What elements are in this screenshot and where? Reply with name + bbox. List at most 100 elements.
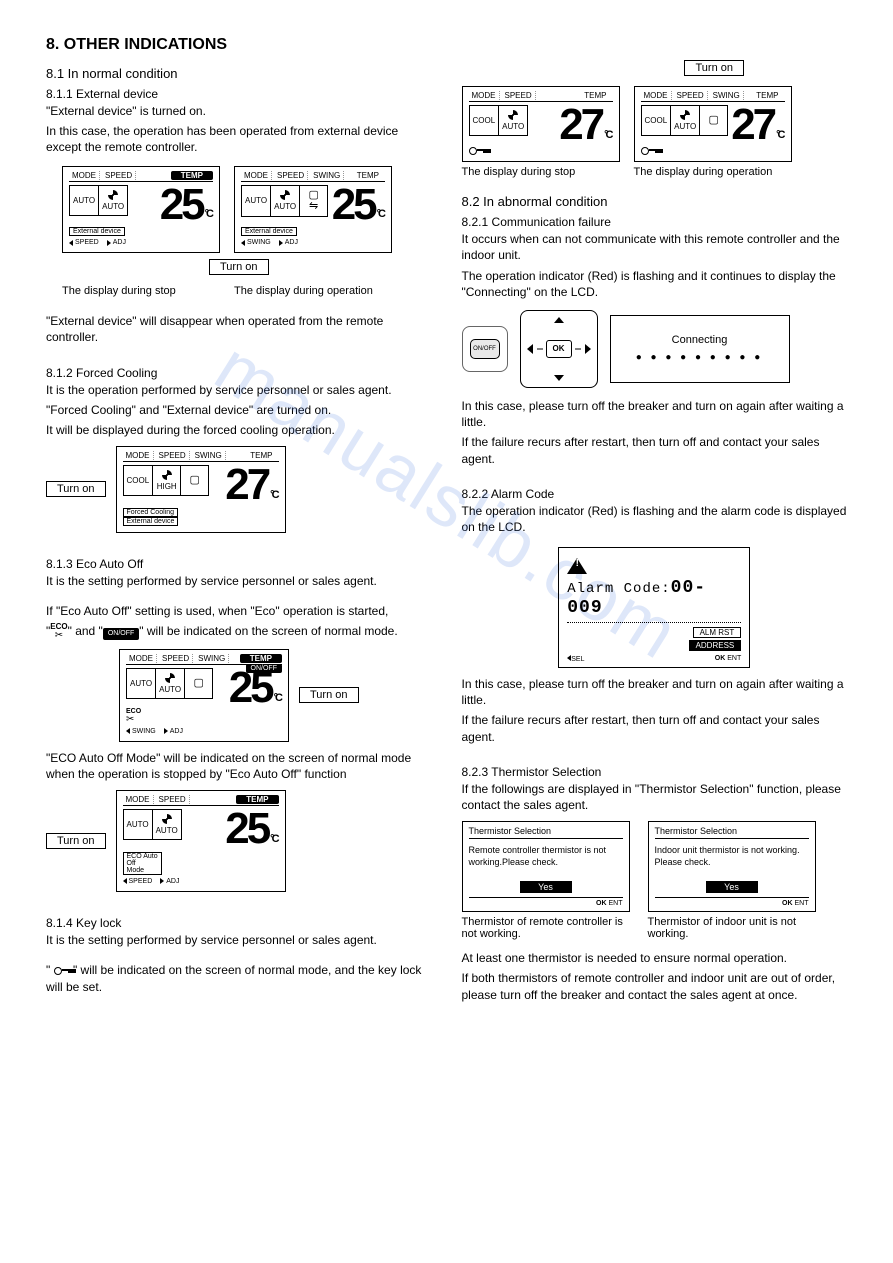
lcd-head-swing: SWING — [192, 451, 226, 460]
p-823-2: At least one thermistor is needed to ens… — [462, 950, 848, 966]
lcd-head-mode: MODE — [123, 795, 154, 804]
connecting-label: Connecting — [672, 334, 728, 346]
fig-right-top: MODE SPEED TEMP COOL AUTO 27°C MODE SPEE… — [462, 86, 848, 162]
lcd-speed-label: AUTO — [274, 202, 296, 211]
lcd-head-speed: SPEED — [159, 654, 193, 663]
p-821-2: The operation indicator (Red) is flashin… — [462, 268, 848, 300]
sub-8-2-1: 8.2.1 Communication failure — [462, 215, 848, 229]
swing-icon: ▢ — [185, 668, 213, 699]
progress-dots: ● ● ● ● ● ● ● ● ● — [636, 352, 764, 363]
p-812-1: It is the operation performed by service… — [46, 382, 432, 398]
lcd-temp-num: 27°C — [557, 105, 612, 145]
lcd-foot-r: ADJ — [113, 239, 126, 246]
lcd-head-temp: TEMP — [578, 91, 612, 100]
lcd-head-mode: MODE — [126, 654, 157, 663]
lcd-head-temp: TEMP — [351, 171, 385, 180]
lcd-foot-l: SWING — [247, 239, 271, 246]
lcd-foot-r: ADJ — [285, 239, 298, 246]
alarm-label: Alarm Code: — [567, 581, 670, 597]
callout-turn-on: Turn on — [684, 60, 744, 76]
lcd-mode: AUTO — [123, 809, 153, 840]
p-811-2: In this case, the operation has been ope… — [46, 123, 432, 155]
lcd-tag-external: External device — [123, 517, 179, 526]
fan-icon — [162, 470, 172, 482]
lcd-speed: AUTO — [671, 105, 700, 136]
fan-icon — [162, 814, 172, 826]
p-814-1: It is the setting performed by service p… — [46, 932, 432, 948]
lcd-foot-l: SWING — [132, 728, 156, 735]
lcd-temp-num: 25°C — [223, 809, 278, 849]
lcd-mode: AUTO — [69, 185, 99, 216]
lcd-speed-label: AUTO — [156, 826, 178, 835]
warning-icon — [567, 556, 587, 574]
lcd-foot-r: ADJ — [170, 728, 183, 735]
lcd-speed-label: AUTO — [102, 202, 124, 211]
lcd-head-speed: SPEED — [274, 171, 308, 180]
fan-icon — [680, 110, 690, 122]
lcd-head-swing: SWING — [710, 91, 744, 100]
alarm-foot-l: SEL — [571, 656, 584, 663]
ok-pad-graphic: OK — [520, 310, 598, 388]
cap-823-a: Thermistor of remote controller is not w… — [462, 916, 630, 940]
lcd-speed: AUTO — [271, 185, 300, 217]
callout-turn-on: Turn on — [46, 833, 106, 849]
swing-icon: ▢ — [181, 465, 209, 496]
p-813-1: It is the setting performed by service p… — [46, 573, 432, 589]
sub-8-2: 8.2 In abnormal condition — [462, 194, 848, 209]
p-821-4: If the failure recurs after restart, the… — [462, 434, 848, 466]
cap-811-a: The display during stop — [62, 285, 220, 297]
key-icon — [641, 145, 657, 155]
sub-8-2-3: 8.2.3 Thermistor Selection — [462, 765, 848, 779]
p-813-3: "ECO Auto Off Mode" will be indicated on… — [46, 750, 432, 782]
sub-8-1-2: 8.1.2 Forced Cooling — [46, 366, 432, 380]
lcd-head-temp: TEMP — [240, 654, 282, 663]
lcd-speed: HIGH — [153, 465, 181, 496]
lcd-mode: COOL — [123, 465, 154, 496]
lcd-keylock-run: MODE SPEED SWING TEMP COOL AUTO ▢ 27°C — [634, 86, 792, 162]
sub-8-1: 8.1 In normal condition — [46, 66, 432, 81]
p-821-1: It occurs when can not communicate with … — [462, 231, 848, 263]
fig-821: ON/OFF OK Connecting ● ● ● ● ● ● ● ● ● — [462, 310, 848, 388]
p-822-3: If the failure recurs after restart, the… — [462, 712, 848, 744]
lcd-mode: COOL — [469, 105, 500, 136]
key-icon — [54, 963, 70, 979]
eco-icon: ECO — [50, 623, 67, 641]
lcd-mode: AUTO — [241, 185, 271, 217]
section-heading: 8. OTHER INDICATIONS — [46, 36, 847, 54]
lcd-812: MODE SPEED SWING TEMP COOL HIGH ▢ 27°C F… — [116, 446, 286, 533]
cap-823-b: Thermistor of indoor unit is not working… — [648, 916, 816, 940]
onoff-button-graphic: ON/OFF — [462, 326, 508, 372]
address-button: ADDRESS — [689, 640, 742, 651]
callout-turn-on: Turn on — [209, 259, 269, 275]
p-821-3: In this case, please turn off the breake… — [462, 398, 848, 430]
lcd-head-swing: SWING — [195, 654, 229, 663]
lcd-speed-label: AUTO — [159, 685, 181, 694]
lcd-head-speed: SPEED — [102, 171, 136, 180]
lcd-head-speed: SPEED — [502, 91, 536, 100]
p-812-3: It will be displayed during the forced c… — [46, 422, 432, 438]
lcd-811-run: MODE SPEED SWING TEMP AUTO AUTO ▢⇋ 25°C … — [234, 166, 392, 254]
therm-box-msg: Remote controller thermistor is not work… — [469, 845, 623, 873]
lcd-tag-external: External device — [241, 227, 297, 236]
swing-icon: ▢⇋ — [300, 185, 328, 217]
alarm-lcd: Alarm Code:00-009 ALM RST ADDRESS SEL OK… — [558, 547, 750, 668]
lcd-head-temp: TEMP — [750, 91, 784, 100]
lcd-mode: COOL — [641, 105, 672, 136]
p-813-2a: If "Eco Auto Off" setting is used, when … — [46, 603, 432, 619]
lcd-foot-r: ADJ — [166, 878, 179, 885]
lcd-tag-eco-off: ECO Auto Off Mode — [123, 852, 162, 875]
lcd-speed: AUTO — [99, 185, 128, 216]
lcd-tag-external: External device — [69, 227, 125, 236]
callout-turn-on: Turn on — [46, 481, 106, 497]
lcd-head-swing: SWING — [310, 171, 344, 180]
therm-foot: ENT — [795, 900, 809, 907]
p-811-1: "External device" is turned on. — [46, 103, 432, 119]
lcd-speed: AUTO — [499, 105, 528, 136]
onoff-chip-icon: ON/OFF — [103, 628, 139, 639]
swing-icon: ▢ — [700, 105, 728, 136]
cap-right-a: The display during stop — [462, 166, 620, 178]
lcd-temp-num: 25°C — [158, 185, 213, 225]
lcd-temp-num: 25°C — [330, 185, 385, 225]
sub-8-1-1: 8.1.1 External device — [46, 87, 432, 101]
lcd-head-temp: TEMP — [236, 795, 278, 804]
